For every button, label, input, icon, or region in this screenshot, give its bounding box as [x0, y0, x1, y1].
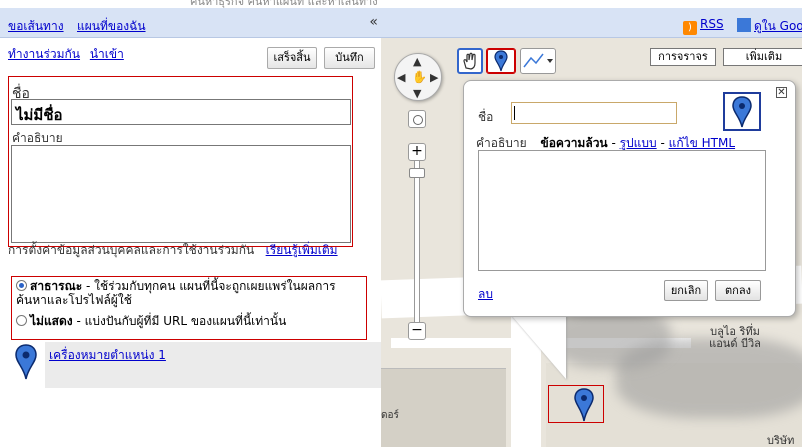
zoom-in-button[interactable]: + [408, 143, 426, 161]
zoom-slider-track[interactable] [414, 161, 420, 329]
privacy-title: การตั้งค่าข้อมูลส่วนบุคคลและการใช้งานร่ว… [8, 243, 255, 257]
placemark-infowindow: ✕ ชื่อ คำอธิบาย ข้อความล้วน - รูปแบบ - แ… [463, 80, 796, 317]
done-button[interactable]: เสร็จสิ้น [267, 47, 317, 69]
collapse-panel-icon[interactable]: « [369, 14, 378, 30]
map-block [381, 368, 506, 447]
map-header: )RSS ดูใน Google Earth [381, 8, 802, 38]
infowindow-tail [506, 309, 566, 379]
draw-line-tool[interactable] [520, 48, 556, 74]
add-placemark-tool[interactable] [486, 48, 516, 74]
pan-left-icon[interactable]: ◀ [397, 71, 405, 84]
google-earth-link[interactable]: ดูใน Google Earth [737, 17, 802, 36]
unlisted-option-title: ไม่แสดง [30, 314, 73, 328]
placemark-link[interactable]: เครื่องหมายตำแหน่ง 1 [49, 346, 166, 365]
plain-text-mode: ข้อความล้วน [540, 136, 608, 150]
placemark-marker-icon[interactable] [14, 344, 38, 383]
ok-button[interactable]: ตกลง [715, 280, 761, 301]
map-actions: ทำงานร่วมกัน นำเข้า [8, 45, 130, 64]
cancel-button[interactable]: ยกเลิก [664, 280, 708, 301]
top-strip-text: ค้นหาธุรกิจ ค้นหาแผนที่ และหาเส้นทาง [190, 0, 378, 8]
tab-my-maps[interactable]: แผนที่ของฉัน [77, 17, 146, 36]
privacy-options: สาธารณะ - ใช้ร่วมกับทุกคน แผนที่นี้จะถูก… [11, 276, 367, 340]
more-button[interactable]: เพิ่มเติม [723, 48, 802, 66]
map-shadow [551, 308, 671, 368]
google-earth-icon [737, 18, 751, 32]
placemark-description-textarea[interactable] [478, 150, 766, 271]
placemark-tool-icon [494, 50, 508, 72]
zoom-out-button[interactable]: − [408, 322, 426, 340]
learn-more-link[interactable]: เรียนรู้เพิ่มเติม [266, 243, 338, 257]
placemark-list-item[interactable]: เครื่องหมายตำแหน่ง 1 [45, 342, 381, 388]
google-earth-label: ดูใน Google Earth [754, 19, 802, 33]
pan-right-icon[interactable]: ▶ [430, 71, 438, 84]
map-poi-label: ดอร์ [381, 410, 399, 421]
privacy-unlisted-option[interactable]: ไม่แสดง - แบ่งปันกับผู้ที่มี URL ของแผนท… [16, 314, 364, 328]
infowindow-name-label: ชื่อ [478, 110, 494, 124]
privacy-public-option[interactable]: สาธารณะ - ใช้ร่วมกับทุกคน แผนที่นี้จะถูก… [16, 279, 364, 307]
collaborate-link[interactable]: ทำงานร่วมกัน [8, 47, 80, 61]
rss-label: RSS [700, 17, 724, 31]
traffic-button[interactable]: การจราจร [650, 48, 716, 66]
zoom-slider-thumb[interactable] [409, 168, 425, 178]
map-name-input[interactable]: ไม่มีชื่อ [11, 99, 351, 125]
map-description-textarea[interactable] [11, 145, 351, 243]
infowindow-description-label: คำอธิบาย [476, 136, 527, 150]
rss-icon: ) [683, 21, 697, 35]
top-strip: ค้นหาธุรกิจ ค้นหาแผนที่ และหาเส้นทาง [0, 0, 802, 8]
map-placemark-marker-icon[interactable] [573, 388, 595, 425]
public-option-title: สาธารณะ [30, 279, 83, 293]
line-tool-icon [523, 53, 553, 68]
tab-directions[interactable]: ขอเส้นทาง [8, 17, 64, 36]
delete-placemark-link[interactable]: ลบ [478, 285, 493, 304]
left-tabs: ขอเส้นทาง แผนที่ของฉัน « [0, 8, 381, 38]
unlisted-option-desc: - แบ่งปันกับผู้ที่มี URL ของแผนที่นี้เท่… [72, 314, 287, 328]
placemark-name-input[interactable] [511, 102, 677, 124]
pan-control[interactable]: ▲ ▼ ◀ ▶ ✋ [394, 53, 442, 101]
save-button[interactable]: บันทึก [324, 47, 375, 69]
separator: - [656, 136, 669, 150]
map-canvas[interactable]: )RSS ดูใน Google Earth ▲ ▼ ◀ ▶ ✋ + − การ… [381, 8, 802, 447]
rich-text-link[interactable]: รูปแบบ [620, 136, 657, 150]
map-poi-label: บริษัท ดา [767, 434, 795, 447]
left-panel: ขอเส้นทาง แผนที่ของฉัน « ทำงานร่วมกัน นำ… [0, 8, 381, 447]
pan-up-icon[interactable]: ▲ [413, 55, 421, 68]
select-hand-tool[interactable] [457, 48, 483, 74]
hand-pan-icon: ✋ [412, 70, 427, 84]
public-radio[interactable] [16, 280, 27, 291]
map-details-box: ชื่อ ไม่มีชื่อ คำอธิบาย [8, 76, 353, 247]
separator: - [607, 136, 620, 150]
privacy-heading: การตั้งค่าข้อมูลส่วนบุคคลและการใช้งานร่ว… [8, 243, 358, 258]
edit-html-link[interactable]: แก้ไข HTML [669, 136, 735, 150]
close-icon[interactable]: ✕ [776, 87, 787, 98]
import-link[interactable]: นำเข้า [90, 47, 124, 61]
change-icon-button[interactable] [723, 92, 761, 131]
hand-icon [463, 52, 476, 70]
unlisted-radio[interactable] [16, 315, 27, 326]
placemark-style-icon [732, 96, 752, 128]
map-poi-label: บลูไอ ริทึ่ม แอนด์ บีวิล [709, 325, 761, 350]
pan-down-icon[interactable]: ▼ [413, 87, 421, 100]
rss-link[interactable]: ) RSS [683, 17, 724, 35]
street-view-icon[interactable] [408, 110, 426, 128]
